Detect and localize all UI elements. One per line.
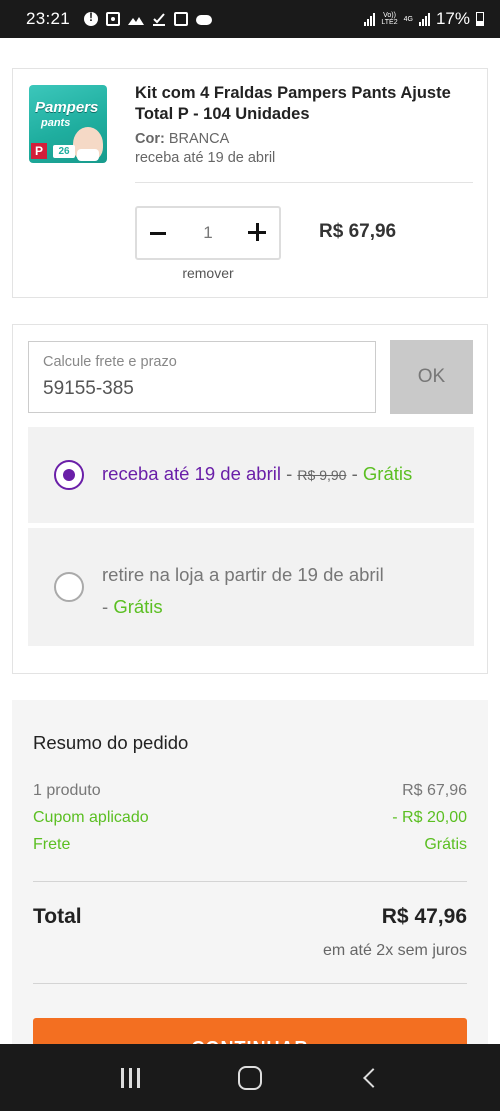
quantity-stepper: 1 (135, 206, 281, 260)
summary-row-value: R$ 67,96 (402, 782, 467, 799)
summary-row-label: 1 produto (33, 782, 101, 799)
pickup-separator: - (102, 596, 114, 617)
cep-value[interactable]: 59155-385 (43, 378, 134, 400)
signal-icon-2 (418, 12, 430, 26)
network-type: 4G (403, 15, 413, 23)
baby-graphic (73, 127, 103, 161)
product-color-label: Cor: (135, 131, 165, 147)
summary-row-value: - R$ 20,00 (392, 809, 467, 826)
home-button[interactable] (230, 1058, 270, 1098)
minus-icon[interactable] (147, 221, 171, 245)
home-icon (238, 1065, 262, 1090)
summary-divider (33, 881, 467, 882)
status-bar: 23:21 Vo)) LTE2 4G 17% (0, 0, 500, 38)
product-color-value: BRANCA (168, 131, 230, 147)
radio-unselected-icon[interactable] (54, 572, 84, 602)
download-icon (152, 12, 166, 26)
network-indicator: Vo)) LTE2 (381, 12, 397, 26)
delivery-price: Grátis (362, 463, 413, 484)
battery-icon (476, 12, 484, 26)
network-bottom: LTE2 (381, 19, 398, 26)
product-image-size: P (31, 143, 47, 159)
shipping-option-delivery-label: receba até 19 de abril - R$ 9,90 - Gráti… (102, 463, 412, 485)
recents-icon (120, 1067, 140, 1088)
pickup-price-line: - Grátis (102, 596, 163, 618)
product-color: Cor: BRANCA (135, 131, 229, 147)
summary-row-value: Grátis (424, 836, 467, 853)
total-value: R$ 47,96 (381, 905, 467, 928)
product-price: R$ 67,96 (319, 221, 397, 242)
mountain-icon (128, 12, 145, 26)
delivery-separator-2: - (346, 463, 363, 484)
total-row: Total R$ 47,96 (33, 905, 467, 929)
cart-item-card: Pampers pants P 26 Kit com 4 Fraldas Pam… (12, 68, 488, 298)
summary-divider (33, 983, 467, 984)
status-right: Vo)) LTE2 4G 17% (364, 9, 484, 29)
ok-button[interactable]: OK (390, 340, 473, 414)
summary-row-shipping: Frete Grátis (33, 836, 467, 854)
shipping-option-pickup[interactable]: retire na loja a partir de 19 de abril -… (28, 528, 474, 646)
remove-link[interactable]: remover (135, 265, 281, 281)
shipping-option-delivery[interactable]: receba até 19 de abril - R$ 9,90 - Gráti… (28, 427, 474, 523)
product-image[interactable]: Pampers pants P 26 (29, 85, 107, 163)
recents-button[interactable] (110, 1058, 150, 1098)
cep-input[interactable]: Calcule frete e prazo 59155-385 (28, 341, 376, 413)
system-nav-bar (0, 1044, 500, 1111)
product-title[interactable]: Kit com 4 Fraldas Pampers Pants Ajuste T… (135, 83, 475, 125)
delivery-text: receba até 19 de abril (102, 463, 281, 484)
summary-row-label: Cupom aplicado (33, 809, 149, 826)
total-label: Total (33, 905, 82, 928)
battery-percent: 17% (435, 9, 470, 28)
pickup-price: Grátis (113, 596, 163, 617)
delivery-old-price: R$ 9,90 (297, 467, 347, 483)
notification-icons (84, 10, 213, 26)
back-icon (363, 1067, 383, 1088)
summary-row-products: 1 produto R$ 67,96 (33, 782, 467, 800)
product-image-brand: Pampers (35, 99, 99, 116)
divider (135, 182, 473, 183)
network-top: Vo)) (383, 12, 396, 19)
summary-row-coupon: Cupom aplicado - R$ 20,00 (33, 809, 467, 827)
delivery-separator: - (280, 463, 298, 484)
signal-icon (364, 12, 376, 26)
product-image-sub: pants (41, 117, 71, 129)
cep-label: Calcule frete e prazo (43, 354, 177, 370)
screen-icon (106, 12, 121, 26)
product-image-count: 26 (53, 145, 75, 158)
quantity-value[interactable]: 1 (203, 223, 212, 243)
status-time: 23:21 (26, 9, 71, 28)
summary-title: Resumo do pedido (33, 732, 189, 753)
cloud-icon (196, 15, 213, 25)
alert-icon (84, 10, 99, 26)
installments-text: em até 2x sem juros (322, 942, 467, 959)
product-delivery: receba até 19 de abril (135, 150, 276, 166)
pickup-text: retire na loja a partir de 19 de abril (102, 564, 384, 585)
shipping-card: Calcule frete e prazo 59155-385 OK receb… (12, 324, 488, 674)
plus-icon[interactable] (245, 221, 269, 245)
back-button[interactable] (350, 1058, 390, 1098)
radio-selected-icon[interactable] (54, 460, 84, 490)
image-icon (174, 12, 189, 26)
summary-row-label: Frete (33, 836, 71, 853)
